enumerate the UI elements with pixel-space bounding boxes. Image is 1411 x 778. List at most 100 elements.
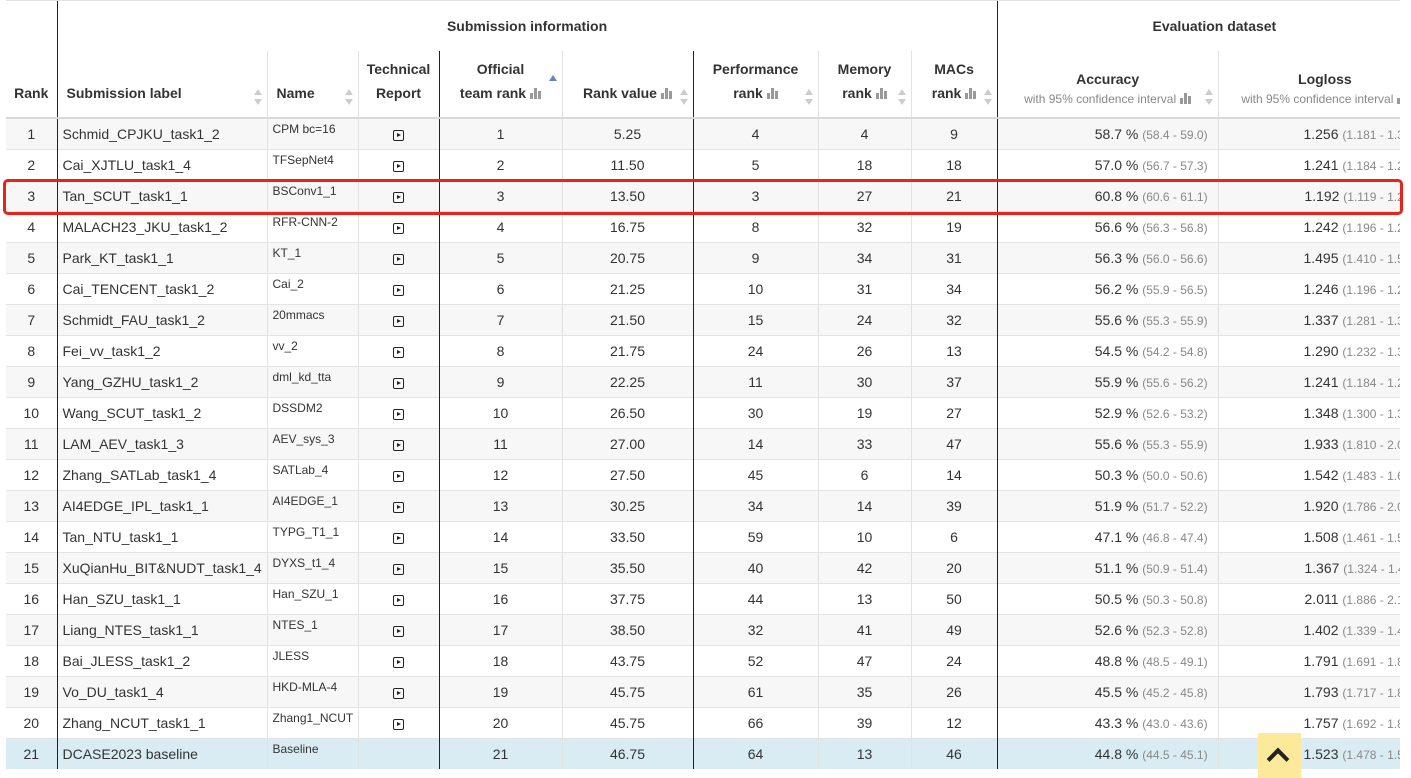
macs-value: 14 bbox=[946, 467, 962, 483]
technical-report-icon[interactable] bbox=[393, 408, 404, 420]
technical-report-icon[interactable] bbox=[393, 470, 404, 482]
cell-ll: 1.241 (1.184 - 1.299) bbox=[1217, 149, 1400, 181]
col-header-rank-value[interactable]: Rank value bbox=[561, 51, 693, 119]
cell-mem: 13 bbox=[817, 738, 911, 769]
cell-official: 10 bbox=[438, 397, 562, 429]
col-header-technical-report[interactable]: Technical Report bbox=[357, 51, 439, 119]
perf-value: 24 bbox=[747, 343, 764, 359]
bar-chart-icon[interactable] bbox=[875, 88, 887, 99]
cell-name: JLESS bbox=[266, 645, 358, 677]
bar-chart-icon[interactable] bbox=[1397, 93, 1400, 104]
col-header-submission-label[interactable]: Submission label bbox=[56, 51, 267, 119]
technical-report-icon[interactable] bbox=[393, 625, 404, 637]
cell-value: 38.50 bbox=[561, 614, 693, 646]
label-value: Tan_NTU_task1_1 bbox=[62, 529, 179, 545]
technical-report-icon[interactable] bbox=[393, 687, 404, 699]
perf-value: 9 bbox=[751, 250, 760, 266]
bar-chart-icon[interactable] bbox=[660, 88, 672, 99]
sort-ascending-icon bbox=[548, 75, 557, 91]
confidence-interval: (50.0 - 50.6) bbox=[1142, 469, 1208, 483]
cell-value: 11.50 bbox=[561, 149, 693, 181]
col-header-performance-rank[interactable]: Performance rank bbox=[692, 51, 818, 119]
cell-value: 46.75 bbox=[561, 738, 693, 769]
confidence-interval: (60.6 - 61.1) bbox=[1142, 190, 1208, 204]
rank-value: 7 bbox=[27, 312, 36, 328]
scroll-to-top-button[interactable] bbox=[1258, 733, 1301, 778]
technical-report-icon[interactable] bbox=[393, 129, 404, 141]
ll-value: 1.920 bbox=[1303, 498, 1339, 514]
rank-value: 3 bbox=[27, 188, 36, 204]
bar-chart-icon[interactable] bbox=[766, 88, 778, 99]
technical-report-icon[interactable] bbox=[393, 501, 404, 513]
cell-technical-report bbox=[357, 459, 439, 491]
technical-report-icon[interactable] bbox=[393, 315, 404, 327]
cell-value: 45.75 bbox=[561, 676, 693, 708]
acc-value: 56.3 % bbox=[1094, 250, 1139, 266]
label-value: XuQianHu_BIT&NUDT_task1_4 bbox=[62, 560, 262, 576]
cell-technical-report bbox=[357, 583, 439, 615]
cell-technical-report bbox=[357, 117, 439, 150]
cell-rank: 19 bbox=[6, 676, 57, 708]
technical-report-icon[interactable] bbox=[393, 284, 404, 296]
name-value: vv_2 bbox=[272, 339, 298, 353]
technical-report-icon[interactable] bbox=[393, 377, 404, 389]
acc-value: 56.6 % bbox=[1094, 219, 1139, 235]
cell-technical-report bbox=[357, 676, 439, 708]
rank-value: 19 bbox=[23, 684, 40, 700]
technical-report-icon[interactable] bbox=[393, 160, 404, 172]
rank-value: 20 bbox=[23, 715, 40, 731]
cell-technical-report bbox=[357, 211, 439, 243]
cell-perf: 45 bbox=[692, 459, 818, 491]
bar-chart-icon[interactable] bbox=[965, 88, 977, 99]
col-header-logloss[interactable]: Logloss with 95% confidence interval bbox=[1217, 51, 1400, 119]
technical-report-icon[interactable] bbox=[393, 594, 404, 606]
col-header-name[interactable]: Name bbox=[266, 51, 358, 119]
bar-chart-icon[interactable] bbox=[1180, 93, 1192, 104]
name-value: AEV_sys_3 bbox=[272, 432, 335, 446]
col-header-macs-rank[interactable]: MACs rank bbox=[910, 51, 998, 119]
col-header-official-team-rank[interactable]: Official team rank bbox=[438, 51, 562, 119]
acc-value: 52.6 % bbox=[1094, 622, 1139, 638]
rank-value: 11 bbox=[23, 436, 39, 452]
col-header-rank[interactable]: Rank bbox=[6, 51, 57, 119]
ll-value: 1.933 bbox=[1303, 436, 1339, 452]
technical-report-icon[interactable] bbox=[393, 656, 404, 668]
ll-value: 1.757 bbox=[1303, 715, 1339, 731]
bar-chart-icon[interactable] bbox=[530, 88, 542, 99]
table-row: 5 Park_KT_task1_1 KT_1 5 20.75 9 34 31 56.3 % (5… bbox=[6, 242, 1400, 274]
confidence-interval: (44.5 - 45.1) bbox=[1142, 748, 1208, 762]
col-header-accuracy[interactable]: Accuracy with 95% confidence interval bbox=[996, 51, 1219, 119]
technical-report-icon[interactable] bbox=[393, 563, 404, 575]
technical-report-icon[interactable] bbox=[393, 718, 404, 730]
technical-report-icon[interactable] bbox=[393, 439, 404, 451]
confidence-interval: (55.9 - 56.5) bbox=[1142, 283, 1208, 297]
table-row: 19 Vo_DU_task1_4 HKD-MLA-4 19 45.75 61 35 26 45.… bbox=[6, 676, 1400, 708]
technical-report-icon[interactable] bbox=[393, 346, 404, 358]
cell-acc: 51.1 % (50.9 - 51.4) bbox=[996, 552, 1219, 584]
table-row: 11 LAM_AEV_task1_3 AEV_sys_3 11 27.00 14 33 47 5… bbox=[6, 428, 1400, 460]
official-value: 9 bbox=[496, 374, 505, 390]
cell-ll: 1.242 (1.196 - 1.288) bbox=[1217, 211, 1400, 243]
value-value: 26.50 bbox=[609, 405, 646, 421]
cell-value: 21.50 bbox=[561, 304, 693, 336]
cell-perf: 32 bbox=[692, 614, 818, 646]
cell-ll: 1.523 (1.478 - 1.568) bbox=[1217, 738, 1400, 769]
acc-value: 58.7 % bbox=[1094, 126, 1139, 142]
perf-value: 5 bbox=[751, 157, 760, 173]
confidence-interval: (1.196 - 1.295) bbox=[1342, 283, 1400, 297]
technical-report-icon[interactable] bbox=[393, 222, 404, 234]
cell-technical-report bbox=[357, 490, 439, 522]
technical-report-icon[interactable] bbox=[393, 253, 404, 265]
col-header-memory-rank[interactable]: Memory rank bbox=[817, 51, 911, 119]
mem-value: 6 bbox=[860, 467, 869, 483]
cell-perf: 9 bbox=[692, 242, 818, 274]
cell-ll: 1.757 (1.692 - 1.821) bbox=[1217, 707, 1400, 739]
ll-value: 1.523 bbox=[1303, 746, 1339, 762]
cell-acc: 55.6 % (55.3 - 55.9) bbox=[996, 304, 1219, 336]
cell-name: Cai_2 bbox=[266, 273, 358, 305]
technical-report-icon[interactable] bbox=[393, 191, 404, 203]
table-row: 15 XuQianHu_BIT&NUDT_task1_4 DYXS_t1_4 15 35… bbox=[6, 552, 1400, 584]
macs-value: 18 bbox=[946, 157, 962, 173]
technical-report-icon[interactable] bbox=[393, 532, 404, 544]
cell-official: 13 bbox=[438, 490, 562, 522]
